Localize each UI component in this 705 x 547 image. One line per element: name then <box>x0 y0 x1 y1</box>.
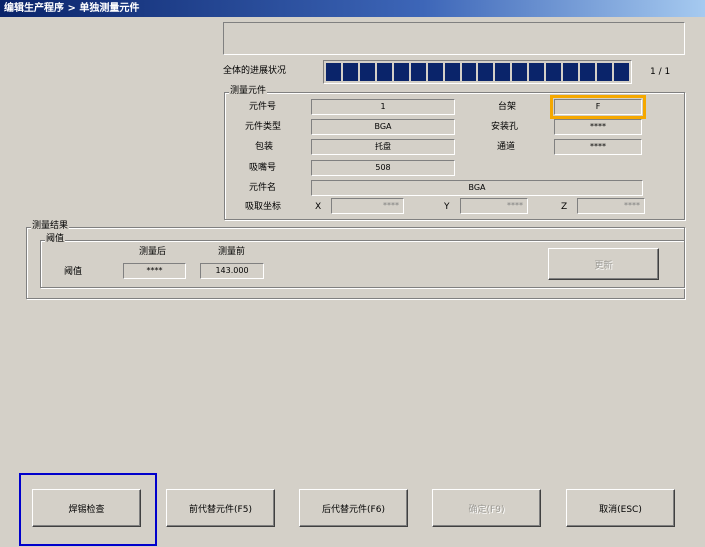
x-field: **** <box>331 198 404 214</box>
progress-segment <box>444 63 460 81</box>
threshold-row-label: 阈值 <box>64 267 83 277</box>
nozzle-label: 吸嘴号 <box>249 163 277 173</box>
progress-segment <box>410 63 426 81</box>
threshold-group-title: 阈值 <box>45 234 66 245</box>
y-field: **** <box>460 198 528 214</box>
progress-segment <box>512 63 528 81</box>
progress-segment <box>376 63 392 81</box>
progress-segment <box>580 63 595 81</box>
progress-segment <box>427 63 443 81</box>
install-hole-field: **** <box>554 119 642 135</box>
part-name-field: BGA <box>311 180 643 196</box>
part-type-field: BGA <box>311 119 455 135</box>
pick-coord-label: 吸取坐标 <box>245 202 282 212</box>
package-field: 托盘 <box>311 139 455 155</box>
prev-alternate-part-button[interactable]: 前代替元件(F5) <box>166 489 275 527</box>
result-group-title: 测量结果 <box>31 221 70 232</box>
cancel-button[interactable]: 取消(ESC) <box>566 489 675 527</box>
z-label: Z <box>561 202 568 212</box>
progress-bar <box>323 60 632 84</box>
part-no-label: 元件号 <box>249 102 277 112</box>
nozzle-field: 508 <box>311 160 455 176</box>
progress-segment <box>613 63 629 81</box>
channel-field: **** <box>554 139 642 155</box>
part-name-label: 元件名 <box>249 183 277 193</box>
message-box <box>223 22 685 55</box>
threshold-after-field: **** <box>123 263 186 279</box>
install-hole-label: 安装孔 <box>491 122 519 132</box>
progress-segment <box>495 63 511 81</box>
progress-label: 全体的进展状况 <box>223 66 287 76</box>
threshold-before-field: 143.000 <box>200 263 264 279</box>
after-header: 测量后 <box>139 247 167 257</box>
update-button[interactable]: 更新 <box>548 248 659 280</box>
x-label: X <box>315 202 322 212</box>
progress-segment <box>563 63 579 81</box>
next-alternate-part-button[interactable]: 后代替元件(F6) <box>299 489 408 527</box>
progress-segment <box>597 63 612 81</box>
package-label: 包装 <box>255 142 274 152</box>
progress-segment <box>529 63 545 81</box>
progress-segment <box>461 63 477 81</box>
y-label: Y <box>444 202 450 212</box>
progress-segment <box>342 63 358 81</box>
rack-highlight <box>550 95 646 119</box>
progress-segment <box>393 63 409 81</box>
progress-counter: 1 / 1 <box>650 67 671 77</box>
part-no-field: 1 <box>311 99 455 115</box>
progress-segment <box>359 63 375 81</box>
solder-check-highlight <box>19 473 157 546</box>
part-type-label: 元件类型 <box>245 122 282 132</box>
z-field: **** <box>577 198 645 214</box>
confirm-button[interactable]: 确定(F9) <box>432 489 541 527</box>
window-title: 编辑生产程序 > 单独测量元件 <box>0 0 705 17</box>
measure-part-group-title: 测量元件 <box>229 86 268 97</box>
before-header: 测量前 <box>218 247 246 257</box>
rack-label: 台架 <box>498 102 517 112</box>
progress-segment <box>546 63 562 81</box>
channel-label: 通道 <box>497 142 516 152</box>
progress-segment <box>478 63 494 81</box>
progress-segment <box>326 63 341 81</box>
